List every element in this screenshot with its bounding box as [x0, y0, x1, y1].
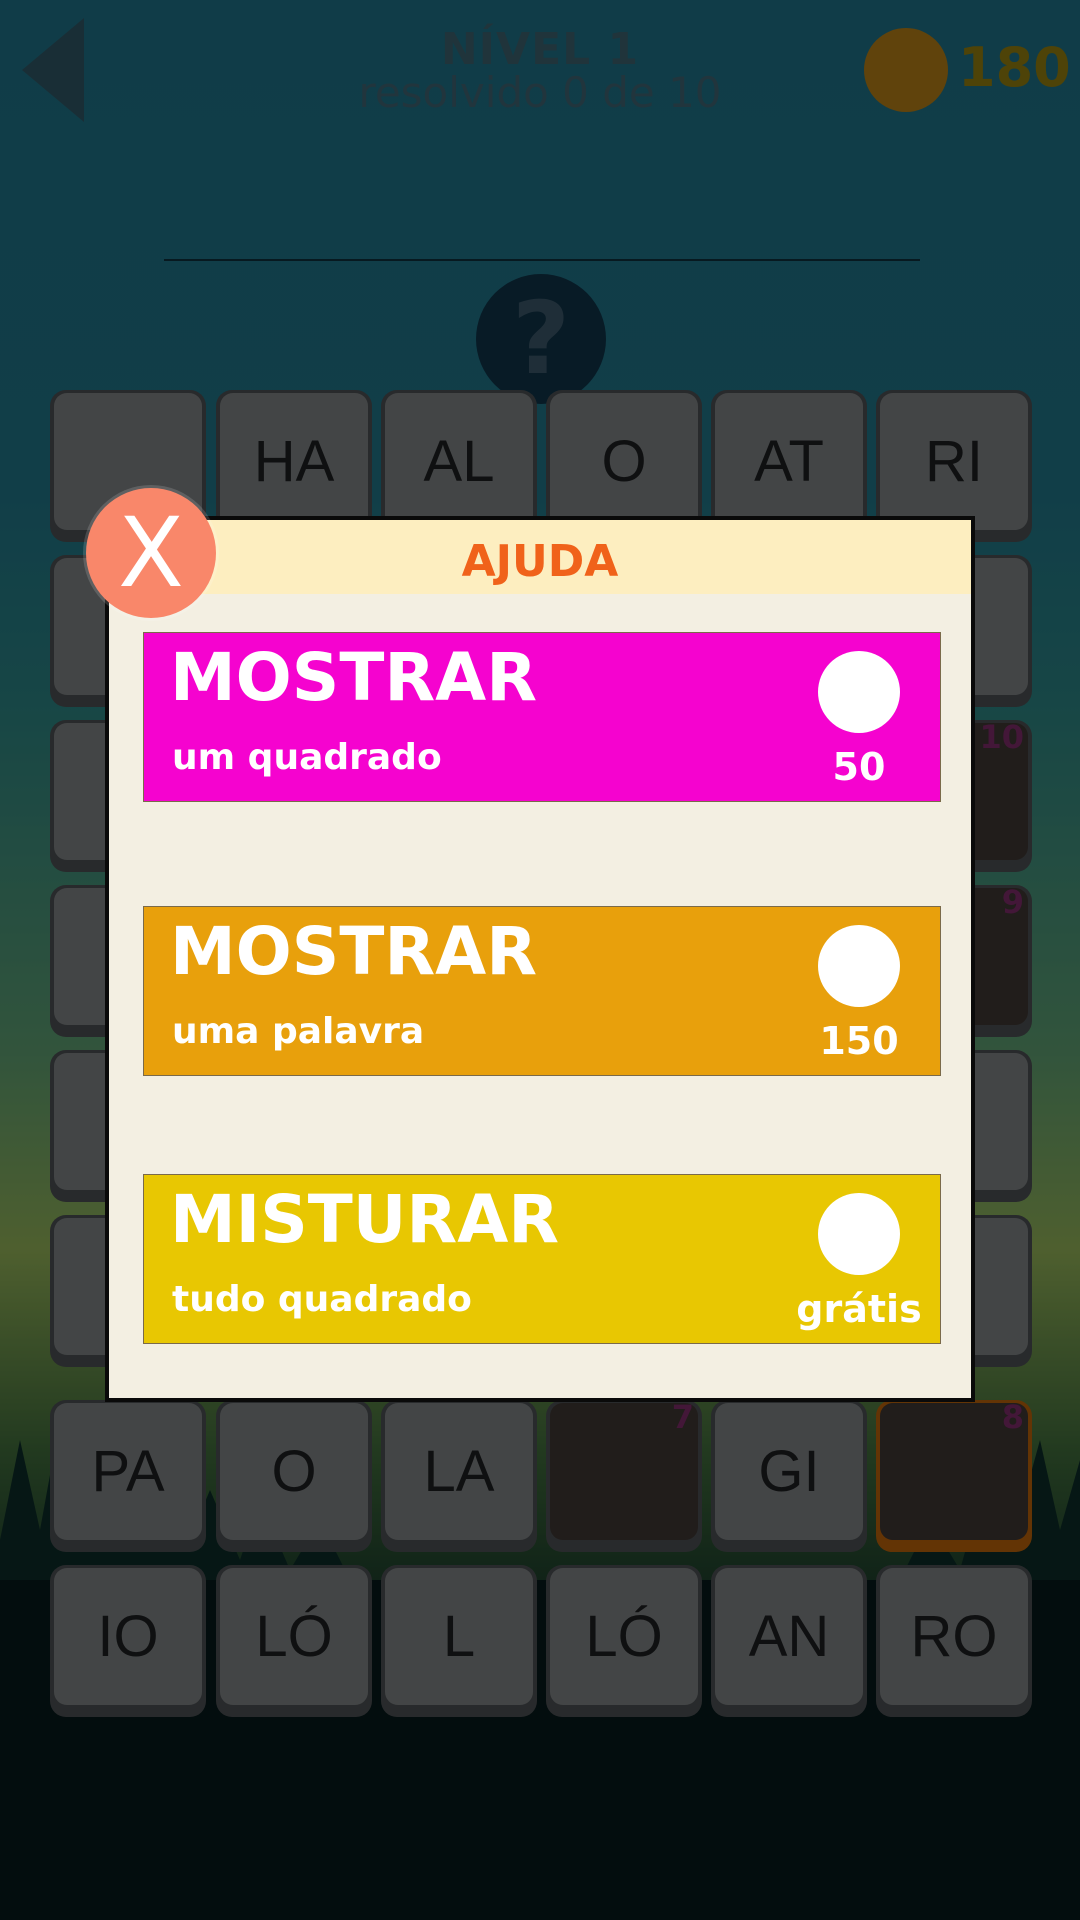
tile-face: LÓ: [220, 1568, 368, 1705]
letter-tile[interactable]: LA: [381, 1400, 537, 1552]
tile-face: LA: [385, 1403, 533, 1540]
letter-tile[interactable]: IO: [50, 1565, 206, 1717]
option-cost: 50: [832, 745, 886, 789]
tile-face: GI: [715, 1403, 863, 1540]
tile-number: 7: [671, 1398, 694, 1436]
option-subtitle: tudo quadrado: [172, 1279, 472, 1320]
tile-number: 10: [979, 718, 1024, 756]
photo-tile[interactable]: 7: [546, 1398, 702, 1552]
tile-face: RI: [880, 393, 1028, 530]
option-cost: 150: [819, 1019, 899, 1063]
tile-face: O: [220, 1403, 368, 1540]
option-subtitle: um quadrado: [172, 737, 442, 778]
tile-face: L: [385, 1568, 533, 1705]
letter-tile[interactable]: O: [216, 1400, 372, 1552]
tile-face: AN: [715, 1568, 863, 1705]
answer-line: [164, 259, 920, 261]
option-cost: grátis: [796, 1287, 922, 1331]
top-bar: NÍVEL 1 resolvido 0 de 10 180: [0, 0, 1080, 140]
shuffle-option[interactable]: MISTURAR tudo quadrado grátis: [143, 1174, 941, 1344]
option-title: MOSTRAR: [170, 913, 538, 990]
tile-face: AL: [385, 393, 533, 530]
letter-tile[interactable]: LÓ: [216, 1565, 372, 1717]
coin-icon: [818, 1193, 900, 1275]
photo-tile[interactable]: 8: [876, 1398, 1032, 1552]
help-dialog: AJUDA MOSTRAR um quadrado 50 MOSTRAR uma…: [105, 516, 975, 1402]
tile-number: 8: [1001, 1398, 1024, 1436]
option-title: MOSTRAR: [170, 639, 538, 716]
tile-number: 9: [1001, 883, 1024, 921]
dialog-title: AJUDA: [109, 520, 971, 594]
coin-count: 180: [958, 36, 1071, 99]
tile-face: IO: [54, 1568, 202, 1705]
letter-tile[interactable]: AN: [711, 1565, 867, 1717]
letter-tile[interactable]: PA: [50, 1400, 206, 1552]
letter-tile[interactable]: L: [381, 1565, 537, 1717]
reveal-word-option[interactable]: MOSTRAR uma palavra 150: [143, 906, 941, 1076]
tile-face: O: [550, 393, 698, 530]
coin-icon: [818, 651, 900, 733]
option-title: MISTURAR: [170, 1181, 560, 1258]
coin-icon: [864, 28, 948, 112]
tile-face: HA: [220, 393, 368, 530]
hint-question-icon[interactable]: ?: [476, 274, 606, 404]
tile-face: PA: [54, 1403, 202, 1540]
option-subtitle: uma palavra: [172, 1011, 425, 1052]
letter-tile[interactable]: GI: [711, 1400, 867, 1552]
tile-face: RO: [880, 1568, 1028, 1705]
coin-icon: [818, 925, 900, 1007]
reveal-square-option[interactable]: MOSTRAR um quadrado 50: [143, 632, 941, 802]
letter-tile[interactable]: LÓ: [546, 1565, 702, 1717]
tile-face: LÓ: [550, 1568, 698, 1705]
letter-tile[interactable]: RO: [876, 1565, 1032, 1717]
close-button[interactable]: X: [86, 488, 216, 618]
tile-face: AT: [715, 393, 863, 530]
